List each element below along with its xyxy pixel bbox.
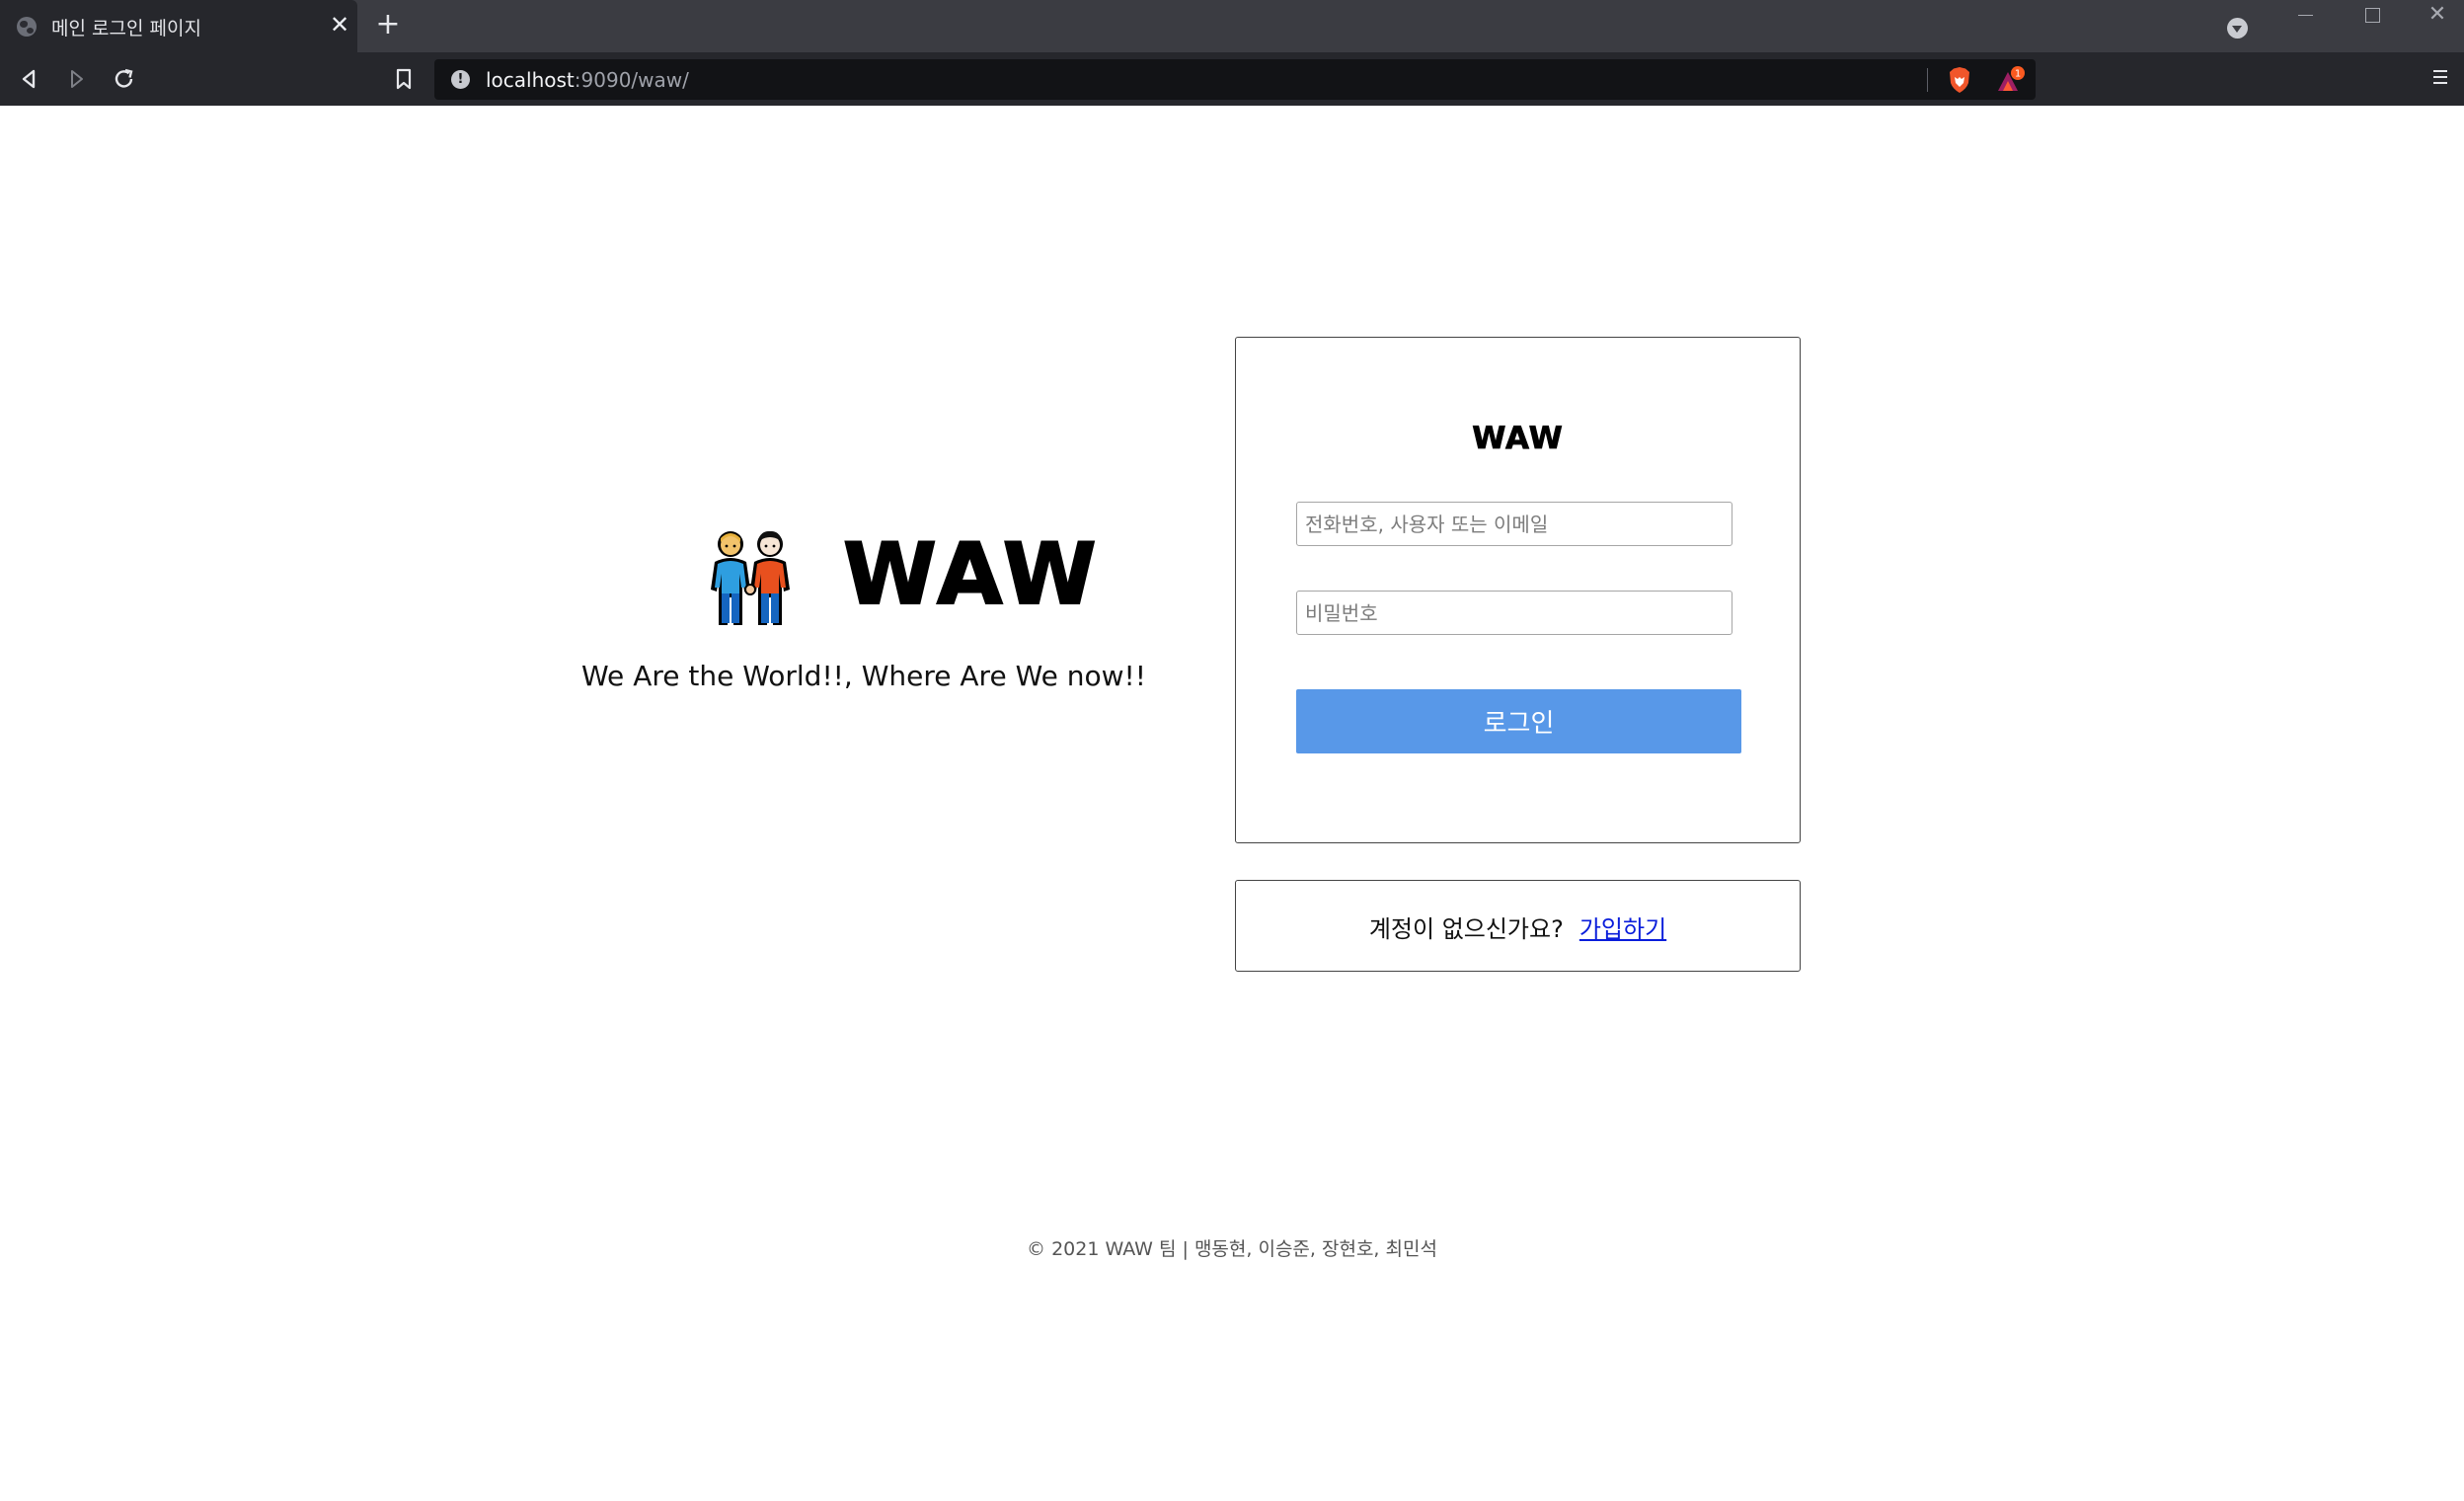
signup-link[interactable]: 가입하기 [1579, 915, 1666, 943]
page-body: WAW We Are the World!!, Where Are We now… [0, 106, 2464, 1501]
hamburger-menu-icon[interactable] [2430, 66, 2450, 90]
signup-row: 계정이 없으신가요? 가입하기 [1236, 909, 1800, 944]
hero-branding: WAW [703, 518, 1098, 627]
url-text[interactable]: localhost:9090/waw/ [486, 68, 689, 92]
browser-tab-strip: 메인 로그인 페이지 ✕ + ✕ [0, 0, 2464, 52]
rewards-badge: 1 [2015, 69, 2021, 80]
login-card: WAW 로그인 [1235, 337, 1801, 843]
footer-copyright: © 2021 WAW 팀 | 맹동현, 이승준, 장현호, 최민석 [1027, 1238, 1437, 1260]
url-path: :9090/waw/ [574, 68, 689, 92]
forward-arrow-icon[interactable] [61, 64, 91, 94]
login-card-logo: WAW [1472, 421, 1564, 457]
close-tab-icon[interactable]: ✕ [328, 13, 351, 37]
username-phone-email-input[interactable] [1296, 502, 1732, 546]
tab-title: 메인 로그인 페이지 [51, 18, 201, 40]
browser-tab-active[interactable]: 메인 로그인 페이지 ✕ [0, 0, 357, 52]
minimize-window-button[interactable] [2288, 4, 2322, 30]
reload-icon[interactable] [110, 64, 139, 94]
site-info-icon[interactable]: ! [451, 70, 470, 89]
tab-search-icon[interactable] [2227, 18, 2248, 39]
url-host: localhost [486, 68, 575, 92]
brave-shields-icon[interactable] [1947, 65, 1972, 95]
close-window-button[interactable]: ✕ [2421, 4, 2454, 30]
browser-toolbar: ! localhost:9090/waw/ 1 [0, 52, 2464, 106]
signup-card: 계정이 없으신가요? 가입하기 [1235, 880, 1801, 972]
globe-icon [17, 17, 37, 37]
hero-logo-text: WAW [842, 525, 1101, 624]
new-tab-button[interactable]: + [375, 10, 401, 40]
address-bar[interactable]: ! localhost:9090/waw/ 1 [434, 59, 2036, 100]
password-input[interactable] [1296, 591, 1732, 635]
brave-rewards-icon[interactable]: 1 [1994, 65, 2026, 95]
login-button[interactable]: 로그인 [1296, 689, 1741, 753]
couple-holding-hands-icon [711, 530, 790, 625]
signup-prompt: 계정이 없으신가요? [1368, 915, 1564, 943]
back-arrow-icon[interactable] [15, 64, 44, 94]
address-bar-divider [1927, 68, 1928, 92]
bookmark-icon[interactable] [389, 64, 419, 94]
hero-tagline: We Are the World!!, Where Are We now!! [581, 660, 1146, 692]
maximize-window-button[interactable] [2354, 4, 2388, 30]
